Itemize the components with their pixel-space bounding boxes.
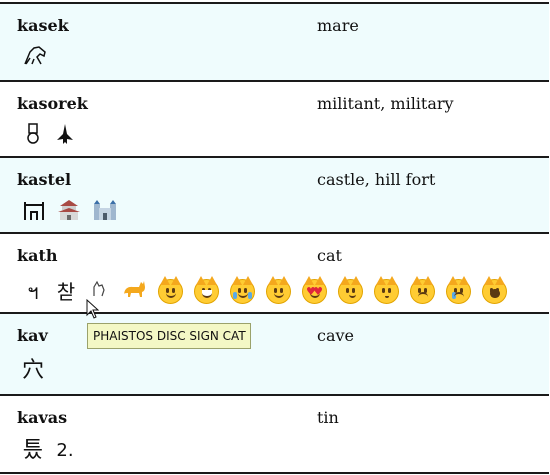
- heart-eyes-cat-icon[interactable]: ♥ ♥: [302, 276, 327, 304]
- kissing-cat-icon[interactable]: [374, 276, 399, 304]
- japanese-castle-icon[interactable]: [56, 198, 82, 229]
- entry-row: kath cat ฯ 찯 ♥ ♥: [0, 232, 549, 312]
- wry-smile-cat-icon[interactable]: [338, 276, 363, 304]
- hangul-glyph-icon[interactable]: 찯: [55, 279, 77, 305]
- thai-glyph-icon[interactable]: ฯ: [22, 279, 44, 305]
- cat-face-icon[interactable]: [158, 276, 183, 304]
- glyph-list: [22, 198, 118, 229]
- pouting-cat-icon[interactable]: [410, 276, 435, 304]
- bottom-divider: [0, 472, 549, 474]
- entry-word: kav: [17, 326, 48, 345]
- glyph-list: [22, 122, 76, 153]
- entry-gloss: militant, military: [317, 94, 454, 113]
- entry-gloss: castle, hill fort: [317, 170, 436, 189]
- cave-glyph-icon[interactable]: 穴: [22, 358, 44, 384]
- entry-word: kasek: [17, 16, 69, 35]
- mouse-cursor-icon: [86, 299, 100, 319]
- horse-icon[interactable]: [22, 44, 48, 75]
- entry-row: kav cave 穴: [0, 312, 549, 394]
- cat-icon[interactable]: [121, 276, 147, 307]
- grinning-cat-icon[interactable]: [194, 276, 219, 304]
- entry-gloss: cave: [317, 326, 355, 345]
- weary-cat-icon[interactable]: [482, 276, 507, 304]
- military-medal-icon[interactable]: [22, 122, 44, 153]
- entry-gloss: mare: [317, 16, 359, 35]
- entry-word: kath: [17, 246, 58, 265]
- european-castle-icon[interactable]: [92, 198, 118, 229]
- crying-cat-icon[interactable]: [446, 276, 471, 304]
- entry-gloss: cat: [317, 246, 342, 265]
- hill-fort-icon[interactable]: [22, 198, 46, 229]
- fighter-jet-icon[interactable]: [54, 122, 76, 153]
- cat-tears-of-joy-icon[interactable]: [230, 276, 255, 304]
- entry-row: kasek mare: [0, 2, 549, 80]
- smiling-cat-icon[interactable]: [266, 276, 291, 304]
- entry-word: kavas: [17, 408, 68, 427]
- tin-symbol-icon[interactable]: 2.: [54, 438, 76, 464]
- glyph-list: [22, 44, 48, 75]
- entry-row: kasorek militant, military: [0, 80, 549, 156]
- entry-row: kastel castle, hill fort: [0, 156, 549, 232]
- entry-word: kasorek: [17, 94, 88, 113]
- glyph-tooltip: PHAISTOS DISC SIGN CAT: [87, 323, 251, 349]
- entry-gloss: tin: [317, 408, 339, 427]
- entry-word: kastel: [17, 170, 72, 189]
- glyph-list: 틌 2.: [22, 438, 76, 464]
- glyph-list: 穴: [22, 358, 44, 384]
- entry-row: kavas tin 틌 2.: [0, 394, 549, 472]
- hangul-tin-glyph-icon[interactable]: 틌: [22, 438, 44, 464]
